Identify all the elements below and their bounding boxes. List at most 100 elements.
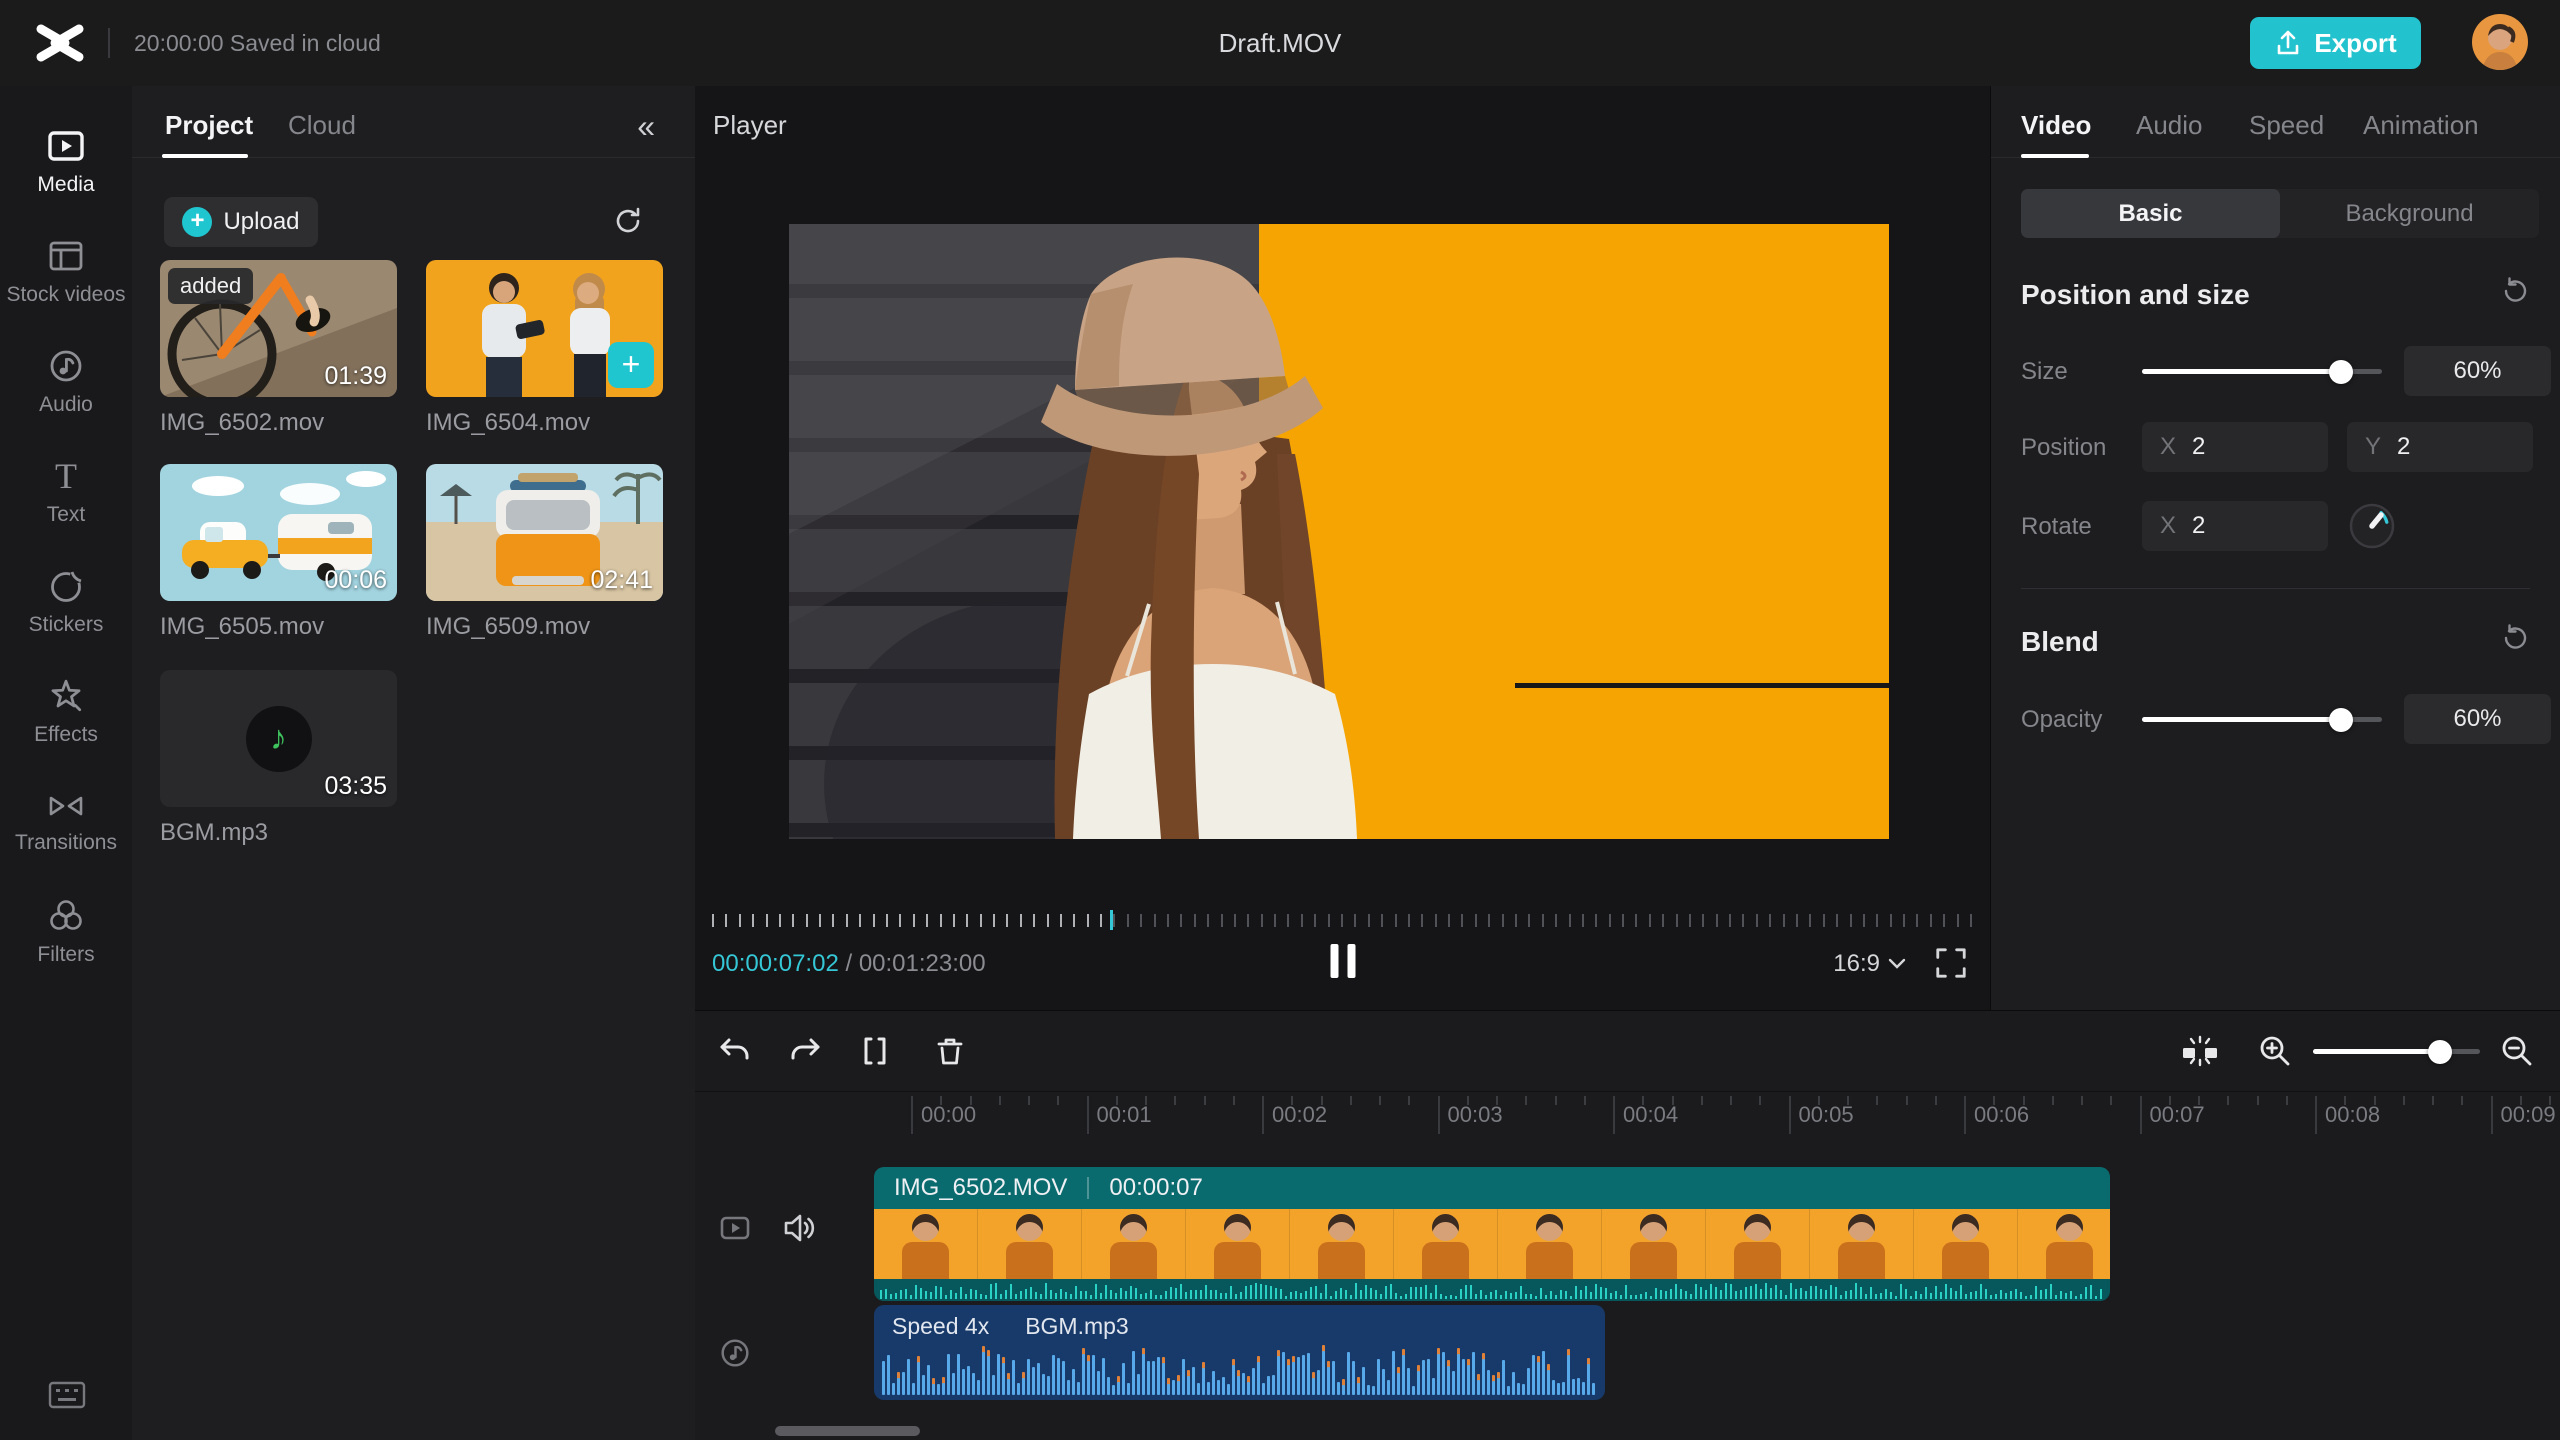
top-bar: 20:00:00 Saved in cloud Draft.MOV Export: [0, 0, 2560, 87]
tab-speed[interactable]: Speed: [2249, 110, 2324, 141]
sidebar-item-text[interactable]: T Text: [0, 442, 132, 542]
opacity-slider[interactable]: [2142, 707, 2382, 732]
refresh-icon[interactable]: [613, 206, 643, 236]
topbar-divider: [108, 28, 110, 58]
sidebar-item-audio[interactable]: Audio: [0, 332, 132, 432]
upload-label: Upload: [223, 208, 300, 235]
project-title: Draft.MOV: [1218, 27, 1342, 58]
position-y-field[interactable]: Y 2: [2347, 422, 2533, 472]
reset-blend-icon[interactable]: [2500, 623, 2530, 653]
size-slider[interactable]: [2142, 359, 2382, 384]
aspect-ratio-dropdown[interactable]: 16:9: [1833, 950, 1906, 978]
subtab-basic[interactable]: Basic: [2021, 189, 2280, 238]
sidebar-item-stock-videos[interactable]: Stock videos: [0, 222, 132, 322]
pause-button[interactable]: [1330, 944, 1355, 978]
video-preview[interactable]: [789, 224, 1889, 839]
opacity-value[interactable]: 60%: [2404, 694, 2551, 744]
media-item-name: IMG_6504.mov: [426, 409, 591, 436]
stickers-icon: [51, 568, 84, 602]
opacity-slider-knob[interactable]: [2329, 707, 2354, 732]
redo-button[interactable]: [785, 1031, 825, 1071]
rotate-label: Rotate: [2021, 513, 2092, 540]
stock-videos-icon: [49, 241, 83, 270]
media-item-img6509[interactable]: 02:41: [426, 464, 663, 601]
zoom-out-button[interactable]: [2497, 1031, 2537, 1071]
export-button[interactable]: Export: [2250, 17, 2421, 69]
audio-clip-speed: Speed 4x: [892, 1313, 990, 1339]
tab-video[interactable]: Video: [2021, 110, 2091, 141]
tool-sidebar: Media Stock videos Audio T Text Stickers…: [0, 86, 132, 1440]
timeline-video-clip[interactable]: IMG_6502.MOV 00:00:07: [874, 1167, 2110, 1301]
media-item-img6504[interactable]: +: [426, 260, 663, 397]
media-panel: Project Cloud « + Upload added 01:39 IMG…: [132, 86, 696, 1440]
media-item-img6502[interactable]: added 01:39: [160, 260, 397, 397]
delete-button[interactable]: [930, 1031, 970, 1071]
timeline-panel: 00:00 00:01 00:02 00:03 00:04 00:05 00:06 00:07…: [695, 1010, 2560, 1440]
sidebar-item-filters[interactable]: Filters: [0, 882, 132, 982]
text-icon: T: [55, 455, 77, 496]
snapping-button[interactable]: [2180, 1031, 2220, 1071]
media-icon: [48, 130, 84, 161]
timeline-horizontal-scrollbar[interactable]: [775, 1426, 920, 1436]
capcut-logo[interactable]: [34, 21, 86, 65]
media-item-img6505[interactable]: 00:06: [160, 464, 397, 601]
opacity-label: Opacity: [2021, 706, 2103, 733]
rotate-x-field[interactable]: X 2: [2142, 501, 2328, 551]
player-title: Player: [713, 110, 787, 140]
plus-icon: +: [182, 207, 213, 237]
add-to-timeline-button[interactable]: +: [608, 342, 654, 388]
reset-position-icon[interactable]: [2500, 276, 2530, 306]
tab-audio[interactable]: Audio: [2136, 110, 2203, 141]
tab-animation[interactable]: Animation: [2363, 110, 2479, 141]
timeline-audio-clip[interactable]: Speed 4x BGM.mp3: [874, 1305, 1605, 1400]
filters-icon: [50, 899, 82, 930]
zoom-in-button[interactable]: [2255, 1031, 2295, 1071]
size-value[interactable]: 60%: [2404, 346, 2551, 396]
current-time: 00:00:07:02: [712, 950, 839, 977]
keyboard-shortcuts-icon[interactable]: [48, 1380, 86, 1410]
redo-icon: [791, 1038, 820, 1060]
duration-label: 00:06: [324, 566, 387, 594]
user-avatar[interactable]: [2472, 14, 2528, 70]
scrubber-playhead[interactable]: [1109, 910, 1113, 930]
time-separator: /: [838, 950, 859, 977]
preview-frame: [789, 224, 1889, 839]
capcut-editor: 20:00:00 Saved in cloud Draft.MOV Export: [0, 0, 2560, 1440]
added-badge: added: [168, 268, 254, 304]
fullscreen-icon[interactable]: [1934, 946, 1968, 980]
tab-project[interactable]: Project: [165, 110, 253, 141]
aspect-ratio-value: 16:9: [1833, 950, 1880, 977]
timeline-zoom-knob[interactable]: [2427, 1039, 2452, 1064]
audio-clip-waveform: [882, 1345, 1597, 1395]
video-clip-duration: 00:00:07: [1109, 1174, 1203, 1201]
collapse-panel-icon[interactable]: «: [637, 108, 655, 145]
timeline-zoom-slider[interactable]: [2313, 1039, 2480, 1064]
upload-button[interactable]: + Upload: [164, 197, 318, 247]
active-tab-underline: [2021, 154, 2089, 158]
mute-track-icon[interactable]: [782, 1210, 820, 1246]
video-clip-name: IMG_6502.MOV: [894, 1174, 1068, 1201]
audio-track-icon[interactable]: [717, 1335, 753, 1371]
section-title-blend: Blend: [2021, 626, 2099, 657]
position-x-field[interactable]: X 2: [2142, 422, 2328, 472]
sidebar-item-transitions[interactable]: Transitions: [0, 772, 132, 872]
subtab-background[interactable]: Background: [2280, 189, 2539, 238]
position-label: Position: [2021, 434, 2107, 461]
split-button[interactable]: [855, 1031, 895, 1071]
undo-icon: [720, 1038, 749, 1060]
sidebar-item-effects[interactable]: Effects: [0, 662, 132, 762]
sidebar-item-media[interactable]: Media: [0, 112, 132, 212]
media-item-name: BGM.mp3: [160, 819, 269, 846]
rotate-dial[interactable]: [2348, 502, 2396, 550]
size-slider-knob[interactable]: [2329, 359, 2354, 384]
timeline-ruler[interactable]: 00:00 00:01 00:02 00:03 00:04 00:05 00:06 00:07…: [695, 1092, 2560, 1136]
tab-cloud[interactable]: Cloud: [288, 110, 356, 141]
duration-label: 02:41: [590, 566, 653, 594]
video-track-icon[interactable]: [717, 1210, 753, 1246]
duration-label: 01:39: [324, 362, 387, 390]
active-tab-underline: [162, 154, 248, 158]
sidebar-item-stickers[interactable]: Stickers: [0, 552, 132, 652]
undo-button[interactable]: [715, 1031, 755, 1071]
media-item-bgm[interactable]: ♪ 03:35: [160, 670, 397, 807]
player-scrubber[interactable]: [712, 908, 1972, 930]
